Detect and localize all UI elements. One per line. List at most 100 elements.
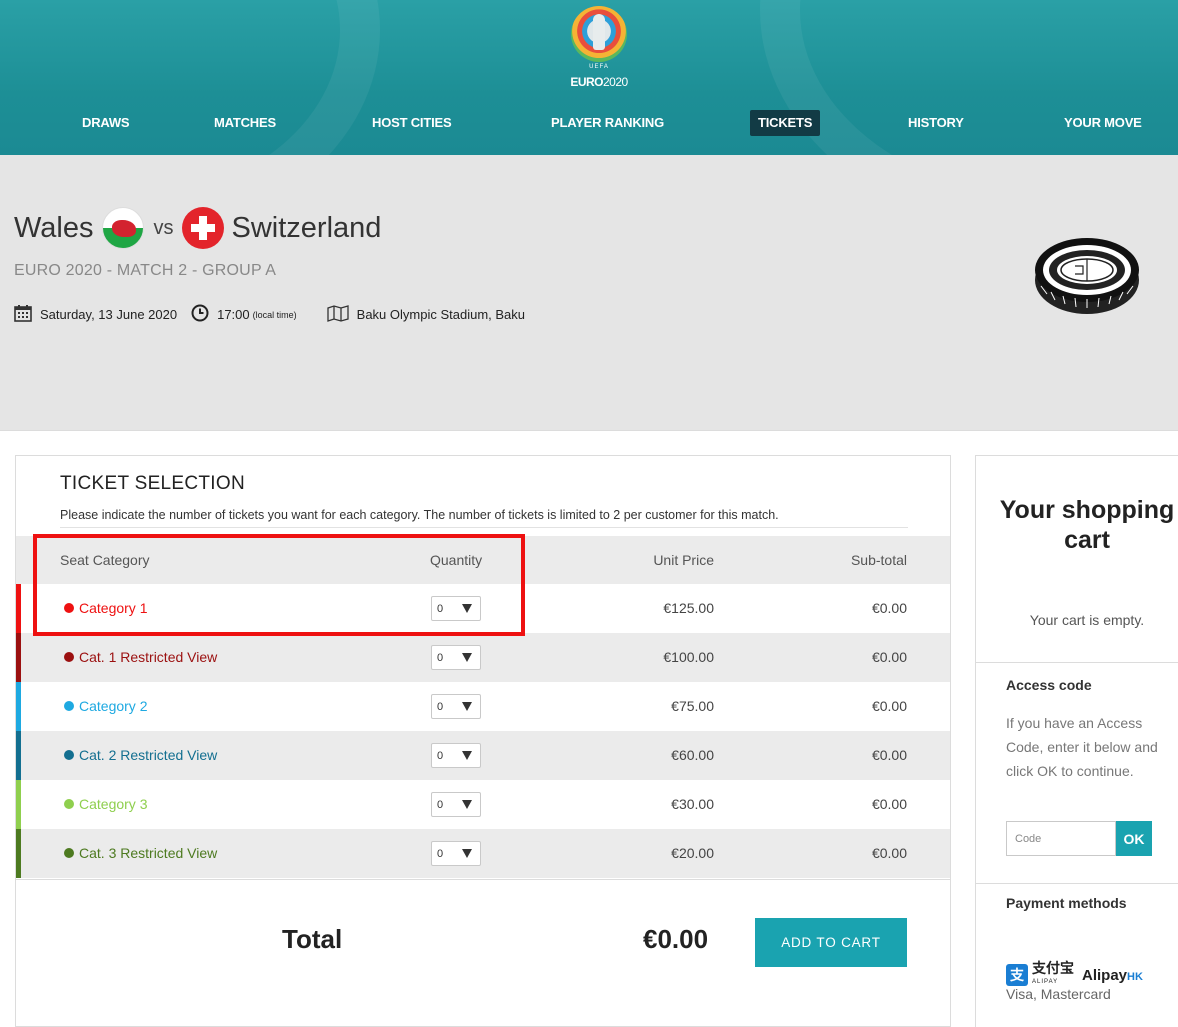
- logo-euro-text: EURO: [570, 75, 603, 89]
- subtotal: €0.00: [871, 600, 907, 616]
- subtotal: €0.00: [871, 649, 907, 665]
- subtotal: €0.00: [871, 698, 907, 714]
- nav-your-move[interactable]: YOUR MOVE: [1056, 110, 1150, 136]
- ok-button[interactable]: OK: [1116, 821, 1152, 856]
- quantity-value: 0: [437, 848, 444, 860]
- access-code-input[interactable]: [1006, 821, 1116, 856]
- quantity-select[interactable]: 0: [431, 743, 481, 768]
- alipay-en-label: Alipay: [1082, 966, 1128, 984]
- nav-tickets[interactable]: TICKETS: [750, 110, 821, 136]
- main-nav: DRAWS MATCHES HOST CITIES PLAYER RANKING…: [0, 110, 1178, 140]
- match-meta: Saturday, 13 June 2020 17:00 (local time…: [14, 304, 525, 325]
- chevron-down-icon: [462, 604, 472, 613]
- card-methods: Visa, Mastercard: [1006, 986, 1111, 1002]
- category-name: Cat. 3 Restricted View: [64, 829, 217, 878]
- table-header: Seat Category Quantity Unit Price Sub-to…: [16, 536, 950, 584]
- chevron-down-icon: [462, 849, 472, 858]
- nav-player-ranking[interactable]: PLAYER RANKING: [543, 110, 672, 136]
- logo-year-text: 2020: [602, 75, 628, 89]
- category-name: Cat. 2 Restricted View: [64, 731, 217, 780]
- subtotal: €0.00: [871, 796, 907, 812]
- stadium-icon: [1033, 230, 1141, 318]
- unit-price: €100.00: [663, 649, 714, 665]
- category-label: Cat. 2 Restricted View: [79, 747, 218, 763]
- header-seat-category: Seat Category: [60, 552, 150, 568]
- alipay-logo: 支 支付宝 ALIPAY AlipayHK: [1006, 961, 1143, 989]
- match-info: Wales vs Switzerland EURO 2020 - MATCH 2…: [0, 155, 1178, 431]
- category-label: Category 1: [79, 600, 148, 616]
- header-quantity: Quantity: [430, 552, 483, 568]
- category-color-bar: [16, 829, 21, 878]
- home-team-name: Wales: [14, 211, 94, 244]
- category-dot-icon: [64, 701, 74, 711]
- alipay-cn-text: 支付宝 ALIPAY: [1032, 961, 1074, 989]
- match-date: Saturday, 13 June 2020: [40, 307, 178, 322]
- category-dot-icon: [64, 603, 74, 613]
- vs-label: vs: [153, 216, 174, 239]
- match-time: 17:00: [217, 307, 250, 322]
- unit-price: €125.00: [663, 600, 714, 616]
- quantity-select[interactable]: 0: [431, 792, 481, 817]
- clock-icon: [191, 304, 209, 325]
- subtotal: €0.00: [871, 845, 907, 861]
- quantity-select[interactable]: 0: [431, 645, 481, 670]
- divider: [16, 879, 950, 880]
- match-title: Wales vs Switzerland: [14, 207, 381, 249]
- site-header: UEFA EURO2020 DRAWS MATCHES HOST CITIES …: [0, 0, 1178, 155]
- switzerland-flag-icon: [181, 207, 224, 249]
- category-dot-icon: [64, 652, 74, 662]
- table-row: Cat. 2 Restricted View 0 €60.00 €0.00: [16, 731, 950, 780]
- category-name: Category 3: [64, 780, 147, 829]
- category-label: Category 3: [79, 796, 148, 812]
- quantity-value: 0: [437, 603, 444, 615]
- match-time-note: (local time): [252, 309, 297, 320]
- divider: [976, 883, 1178, 884]
- table-row: Category 3 0 €30.00 €0.00: [16, 780, 950, 829]
- match-venue: Baku Olympic Stadium, Baku: [356, 307, 526, 322]
- quantity-select[interactable]: 0: [431, 596, 481, 621]
- access-code-heading: Access code: [1006, 677, 1092, 693]
- divider: [60, 527, 908, 528]
- quantity-value: 0: [437, 701, 444, 713]
- header-subtotal: Sub-total: [850, 552, 907, 568]
- quantity-value: 0: [437, 799, 444, 811]
- nav-matches[interactable]: MATCHES: [206, 110, 284, 136]
- total-label: Total: [282, 924, 343, 954]
- quantity-value: 0: [437, 652, 444, 664]
- nav-history[interactable]: HISTORY: [900, 110, 972, 136]
- wales-flag-icon: [101, 207, 144, 249]
- category-color-bar: [16, 682, 21, 731]
- category-dot-icon: [64, 799, 74, 809]
- chevron-down-icon: [462, 653, 472, 662]
- category-name: Category 2: [64, 682, 147, 731]
- table-row: Cat. 3 Restricted View 0 €20.00 €0.00: [16, 829, 950, 878]
- quantity-select[interactable]: 0: [431, 841, 481, 866]
- ticket-selection-title: TICKET SELECTION: [60, 473, 245, 494]
- shopping-cart-sidebar: Your shopping cart Your cart is empty. A…: [975, 455, 1178, 1027]
- header-unit-price: Unit Price: [653, 552, 714, 568]
- access-code-text: If you have an Access Code, enter it bel…: [1006, 715, 1158, 779]
- payment-methods-heading: Payment methods: [1006, 895, 1127, 911]
- quantity-select[interactable]: 0: [431, 694, 481, 719]
- ticket-selection-description: Please indicate the number of tickets yo…: [60, 508, 779, 522]
- unit-price: €20.00: [671, 845, 714, 861]
- unit-price: €60.00: [671, 747, 714, 763]
- chevron-down-icon: [462, 702, 472, 711]
- nav-draws[interactable]: DRAWS: [74, 110, 137, 136]
- unit-price: €75.00: [671, 698, 714, 714]
- nav-host-cities[interactable]: HOST CITIES: [364, 110, 459, 136]
- quantity-value: 0: [437, 750, 444, 762]
- table-row: Category 1 0 €125.00 €0.00: [16, 584, 950, 633]
- logo-wordmark: EURO2020: [565, 75, 633, 89]
- calendar-icon: [14, 304, 32, 325]
- category-dot-icon: [64, 750, 74, 760]
- logo-uefa-text: UEFA: [589, 64, 609, 70]
- euro2020-logo[interactable]: UEFA EURO2020: [565, 6, 633, 90]
- match-subtitle: EURO 2020 - MATCH 2 - GROUP A: [14, 262, 277, 279]
- alipay-icon: 支: [1006, 964, 1028, 986]
- category-name: Category 1: [64, 584, 147, 633]
- cart-empty-message: Your cart is empty.: [1029, 612, 1145, 628]
- cart-title: Your shopping cart: [999, 496, 1175, 554]
- alipay-cn-label: 支付宝: [1032, 960, 1074, 976]
- add-to-cart-button[interactable]: ADD TO CART: [755, 918, 907, 967]
